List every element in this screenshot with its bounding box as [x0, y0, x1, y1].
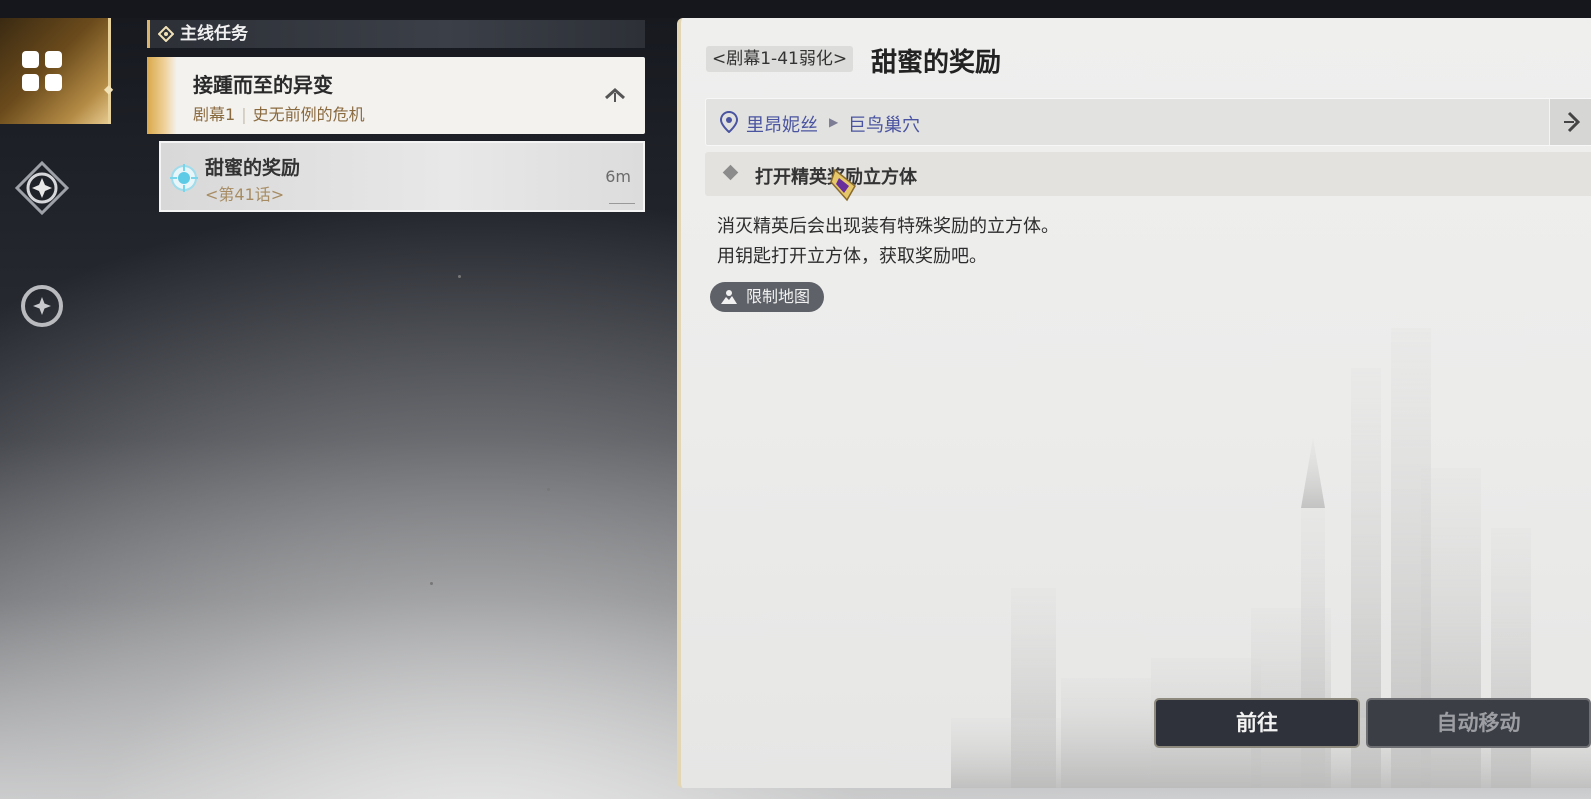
location-bar[interactable]: 里昂妮丝 ▶ 巨鸟巢穴	[705, 98, 1591, 146]
quest-tag: <剧幕1-41弱化>	[706, 46, 854, 72]
description-line: 用钥匙打开立方体，获取奖励吧。	[717, 246, 987, 267]
main-quest-title: 接踵而至的异变	[193, 73, 333, 97]
go-button[interactable]: 前往	[1154, 698, 1360, 748]
active-indicator-icon: ◆	[104, 82, 114, 96]
breadcrumb-arrow-icon: ▶	[829, 115, 839, 129]
tracking-target-icon	[170, 164, 198, 192]
collapse-chevron-icon[interactable]	[603, 85, 627, 105]
objective-diamond-icon	[722, 164, 739, 181]
sidebar-item-quests[interactable]: ◆	[0, 18, 114, 124]
circle-star-icon[interactable]	[14, 278, 70, 334]
distance-underline	[609, 203, 635, 204]
main-quest-card[interactable]: 接踵而至的异变 剧幕1 | 史无前例的危机	[147, 57, 645, 134]
description-line: 消灭精英后会出现装有特殊奖励的立方体。	[717, 216, 1059, 237]
divider: |	[241, 105, 247, 124]
section-title: 主线任务	[180, 24, 248, 44]
sub-quest-chapter: <第41话>	[205, 185, 285, 204]
background-speck	[547, 488, 550, 491]
restricted-map-icon	[721, 290, 737, 304]
restricted-map-tag: 限制地图	[710, 282, 825, 312]
quest-detail-title: 甜蜜的奖励	[871, 48, 1002, 78]
location-area: 巨鸟巢穴	[848, 115, 920, 136]
objective-row: 打开精英奖励立方体	[705, 152, 1591, 202]
quest-grid-icon	[22, 51, 62, 91]
quest-description: 消灭精英后会出现装有特殊奖励的立方体。 用钥匙打开立方体，获取奖励吧。	[717, 212, 1059, 272]
chevron-right-icon	[1564, 111, 1581, 133]
compass-star-icon[interactable]	[14, 160, 70, 216]
auto-move-button[interactable]: 自动移动	[1366, 698, 1591, 748]
background-speck	[430, 582, 433, 585]
quest-accent-bar	[147, 57, 177, 134]
chapter-name: 史无前例的危机	[252, 105, 365, 124]
main-quest-section-header: 主线任务	[147, 20, 645, 48]
map-tag-label: 限制地图	[746, 287, 811, 306]
sub-quest-title: 甜蜜的奖励	[205, 157, 301, 179]
sub-quest-item[interactable]: 甜蜜的奖励 <第41话> 6m	[159, 141, 645, 212]
distance-label: 6m	[605, 167, 631, 186]
main-quest-subtitle: 剧幕1 | 史无前例的危机	[193, 101, 365, 125]
map-pin-icon	[720, 111, 738, 133]
background-speck	[458, 275, 461, 278]
quest-diamond-icon	[158, 26, 174, 42]
location-region: 里昂妮丝	[746, 115, 818, 136]
reward-crystal-icon	[830, 168, 856, 202]
act-label: 剧幕1	[193, 105, 236, 124]
location-go-button[interactable]	[1549, 99, 1591, 145]
top-bar	[0, 0, 1591, 18]
quest-detail-panel: <剧幕1-41弱化> 甜蜜的奖励 里昂妮丝 ▶ 巨鸟巢穴 打开精英奖励立方体 消…	[677, 18, 1591, 788]
